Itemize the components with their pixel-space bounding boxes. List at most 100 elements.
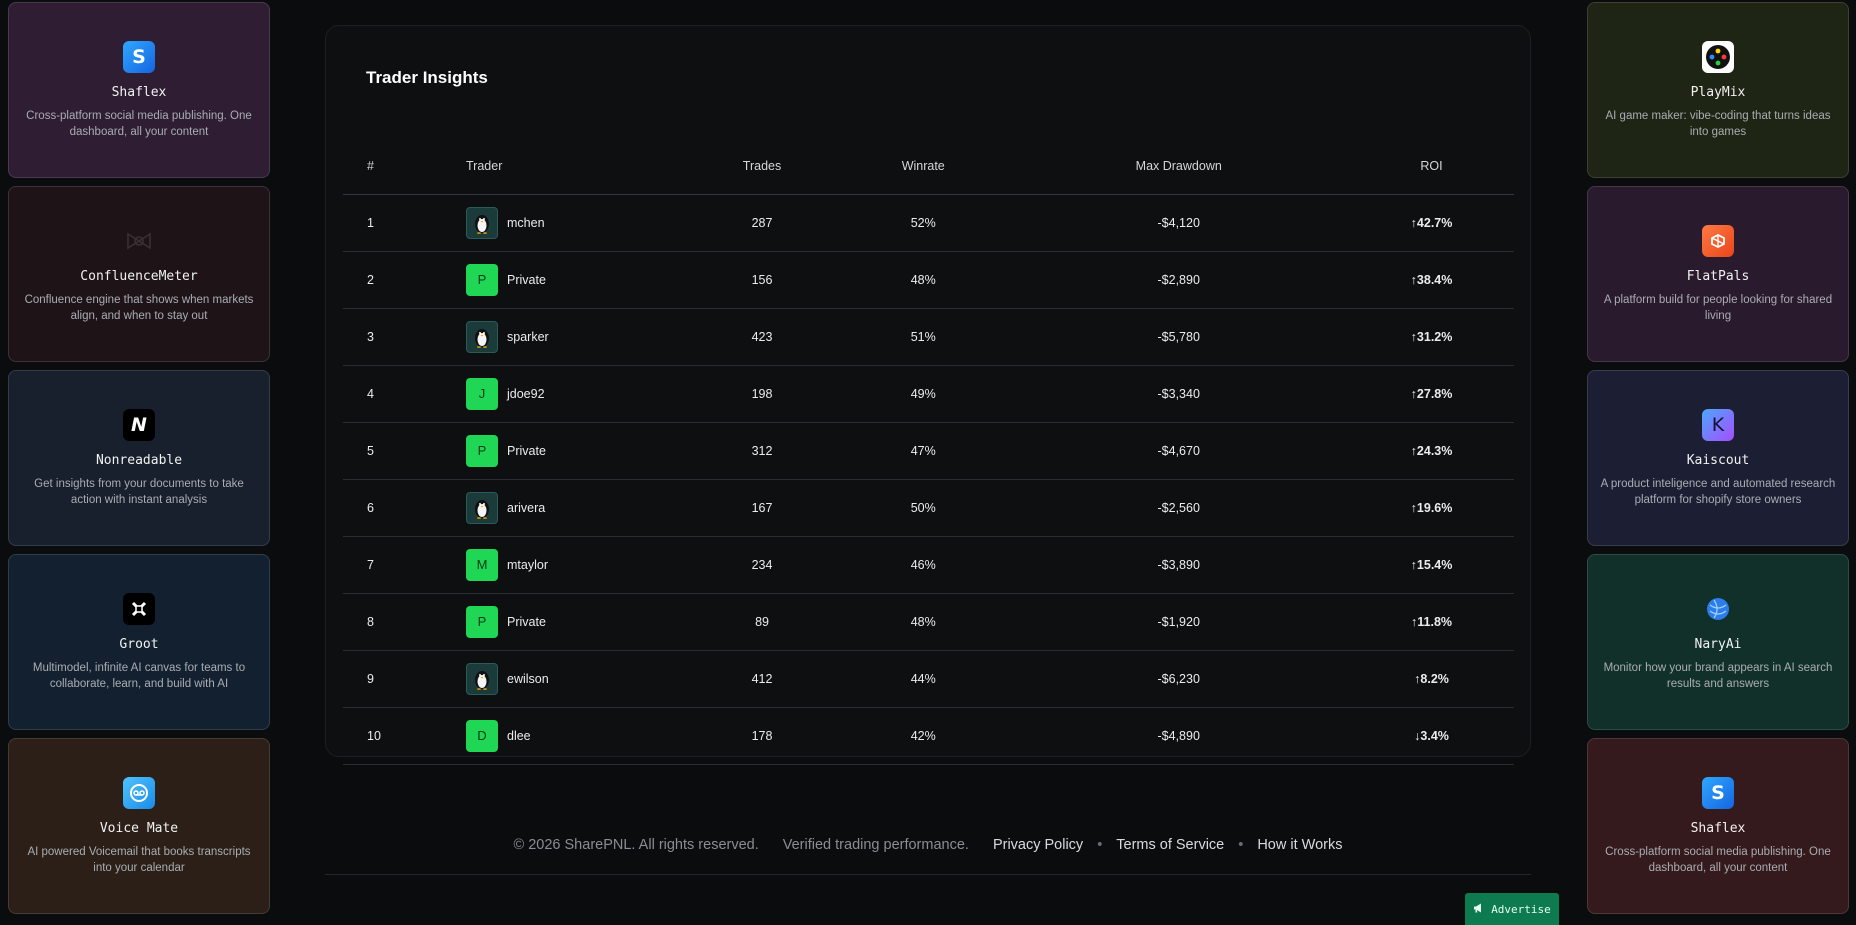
playmix-logo-icon <box>1702 40 1734 73</box>
footer-copyright: © 2026 SharePNL. All rights reserved. <box>513 837 759 853</box>
winrate-cell: 46% <box>838 536 1009 594</box>
trader-cell: arivera <box>466 479 686 537</box>
col-header-trades: Trades <box>686 138 839 195</box>
avatar: P <box>466 605 498 638</box>
sponsor-description: Confluence engine that shows when market… <box>24 293 254 322</box>
roi-cell: ↑38.4% <box>1349 251 1514 309</box>
sponsor-card-playmix[interactable]: PlayMix AI game maker: vibe-coding that t… <box>1587 2 1849 178</box>
trader-name[interactable]: arivera <box>507 501 545 515</box>
avatar: P <box>466 434 498 467</box>
footer-tagline: Verified trading performance. <box>782 837 969 853</box>
table-row[interactable]: 3 sparker 423 51% -$5,780 ↑31.2% <box>343 308 1514 366</box>
trader-name[interactable]: sparker <box>507 330 549 344</box>
footer-separator: • <box>1238 837 1244 853</box>
trades-cell: 178 <box>686 707 839 765</box>
sponsor-card-kaiscout[interactable]: K Kaiscout A product inteligence and autom… <box>1587 370 1849 546</box>
trades-cell: 89 <box>686 593 839 651</box>
sponsor-card-naryai[interactable]: NaryAi Monitor how your brand appears in … <box>1587 554 1849 730</box>
winrate-cell: 44% <box>838 650 1009 708</box>
penguin-avatar-icon <box>466 491 498 524</box>
winrate-cell: 50% <box>838 479 1009 537</box>
footer-separator: • <box>1097 837 1103 853</box>
sponsor-name: NaryAi <box>1694 636 1742 652</box>
how-it-works-link[interactable]: How it Works <box>1257 837 1342 853</box>
terms-of-service-link[interactable]: Terms of Service <box>1116 837 1224 853</box>
trades-cell: 423 <box>686 308 839 366</box>
table-row[interactable]: 8 P Private 89 48% -$1,920 ↑11.8% <box>343 593 1514 651</box>
sponsor-card-confluencemeter[interactable]: ConfluenceMeter Confluence engine that sh… <box>8 186 270 362</box>
roi-cell: ↑11.8% <box>1349 593 1514 651</box>
sponsor-description: Cross-platform social media publishing. … <box>26 109 252 138</box>
avatar: M <box>466 548 498 581</box>
table-row[interactable]: 1 mchen 287 52% -$4,120 ↑42.7% <box>343 194 1514 252</box>
table-row[interactable]: 10 Ddlee 178 42% -$4,890 ↓3.4% <box>343 707 1514 765</box>
sponsor-description: A platform build for people looking for … <box>1603 293 1833 322</box>
privacy-policy-link[interactable]: Privacy Policy <box>993 837 1083 853</box>
table-row[interactable]: 5 P Private 312 47% -$4,670 ↑24.3% <box>343 422 1514 480</box>
sponsor-card-groot[interactable]: Groot Multimodel, infinite AI canvas for … <box>8 554 270 730</box>
trader-name[interactable]: mchen <box>507 216 545 230</box>
footer-divider <box>325 874 1531 875</box>
rank-cell: 10 <box>343 707 466 765</box>
rank-cell: 8 <box>343 593 466 651</box>
naryai-logo-icon <box>1702 593 1734 625</box>
table-row[interactable]: 6 arivera 167 50% -$2,560 ↑19.6% <box>343 479 1514 537</box>
sponsor-name: Shaflex <box>1690 820 1746 836</box>
trader-name[interactable]: dlee <box>507 729 531 743</box>
trader-name[interactable]: jdoe92 <box>507 387 545 401</box>
sponsor-name: FlatPals <box>1686 268 1750 284</box>
shaflex-logo-icon: S <box>123 40 155 73</box>
groot-logo-icon <box>123 592 155 625</box>
page-title: Trader Insights <box>366 68 488 87</box>
roi-cell: ↑27.8% <box>1349 365 1514 423</box>
table-row[interactable]: 4 Jjdoe92 198 49% -$3,340 ↑27.8% <box>343 365 1514 423</box>
col-header-winrate: Winrate <box>838 138 1009 195</box>
table-row[interactable]: 2 P Private 156 48% -$2,890 ↑38.4% <box>343 251 1514 309</box>
roi-cell: ↑19.6% <box>1349 479 1514 537</box>
rank-cell: 5 <box>343 422 466 480</box>
roi-cell: ↑42.7% <box>1349 194 1514 252</box>
penguin-avatar-icon <box>466 320 498 353</box>
sponsor-description: AI game maker: vibe-coding that turns id… <box>1605 109 1831 138</box>
winrate-cell: 49% <box>838 365 1009 423</box>
flatpals-logo-icon <box>1702 224 1734 257</box>
col-header-roi: ROI <box>1349 138 1514 195</box>
trader-name[interactable]: Private <box>507 444 546 458</box>
rank-cell: 9 <box>343 650 466 708</box>
trader-name[interactable]: Private <box>507 615 546 629</box>
trades-cell: 198 <box>686 365 839 423</box>
sponsor-card-nonreadable[interactable]: N Nonreadable Get insights from your docum… <box>8 370 270 546</box>
roi-cell: ↓3.4% <box>1349 707 1514 765</box>
avatar: D <box>466 719 498 752</box>
trader-name[interactable]: Private <box>507 273 546 287</box>
winrate-cell: 42% <box>838 707 1009 765</box>
trader-cell: Ddlee <box>466 707 686 765</box>
roi-cell: ↑24.3% <box>1349 422 1514 480</box>
trader-cell: P Private <box>466 422 686 480</box>
voicemate-logo-icon <box>123 776 155 809</box>
sponsor-name: Kaiscout <box>1686 452 1750 468</box>
sponsor-card-shaflex[interactable]: S Shaflex Cross-platform social media publ… <box>1587 738 1849 914</box>
sponsor-card-voice-mate[interactable]: Voice Mate AI powered Voicemail that book… <box>8 738 270 914</box>
sponsor-card-flatpals[interactable]: FlatPals A platform build for people look… <box>1587 186 1849 362</box>
winrate-cell: 48% <box>838 593 1009 651</box>
megaphone-icon <box>1473 902 1485 917</box>
trader-name[interactable]: mtaylor <box>507 558 548 572</box>
advertise-label: Advertise <box>1491 902 1551 916</box>
sponsor-name: Nonreadable <box>95 452 183 468</box>
table-row[interactable]: 9 ewilson 412 44% -$6,230 ↑8.2% <box>343 650 1514 708</box>
trader-cell: ewilson <box>466 650 686 708</box>
trades-cell: 312 <box>686 422 839 480</box>
confluencemeter-logo-icon <box>123 225 155 257</box>
sponsor-card-shaflex[interactable]: S Shaflex Cross-platform social media publ… <box>8 2 270 178</box>
penguin-avatar-icon <box>466 662 498 695</box>
roi-cell: ↑15.4% <box>1349 536 1514 594</box>
trader-name[interactable]: ewilson <box>507 672 549 686</box>
penguin-avatar-icon <box>466 206 498 239</box>
table-row[interactable]: 7 Mmtaylor 234 46% -$3,890 ↑15.4% <box>343 536 1514 594</box>
drawdown-cell: -$2,560 <box>1008 479 1350 537</box>
sponsor-description: AI powered Voicemail that books transcri… <box>27 845 251 874</box>
advertise-button[interactable]: Advertise <box>1465 893 1559 925</box>
nonreadable-logo-icon: N <box>123 408 155 441</box>
avatar: J <box>466 377 498 410</box>
